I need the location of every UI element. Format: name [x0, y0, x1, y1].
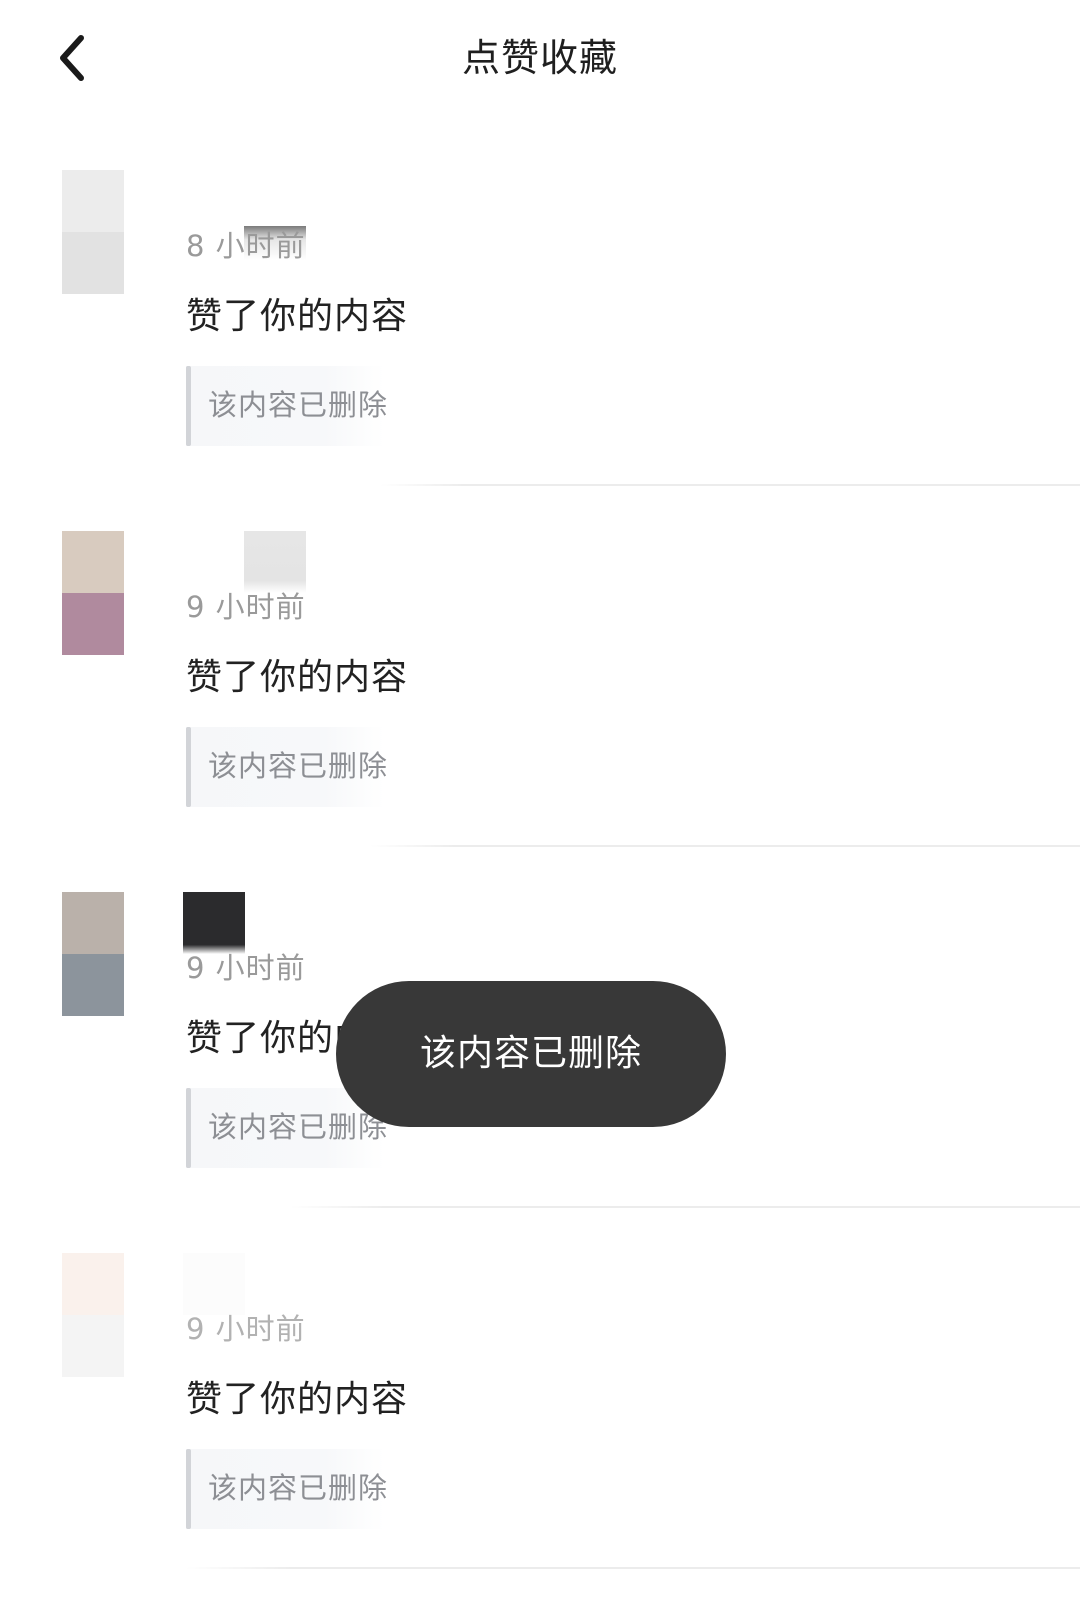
avatar-top [62, 892, 124, 954]
deleted-content-quote[interactable]: 该内容已删除 [186, 366, 387, 446]
username-blurred[interactable] [183, 1253, 245, 1315]
page-title: 点赞收藏 [461, 36, 618, 80]
quote-text: 该内容已删除 [208, 1471, 389, 1505]
avatar-bottom [62, 593, 124, 655]
timestamp: 8 小时前 [186, 229, 306, 263]
action-text: 赞了你的内容 [186, 296, 409, 337]
avatar-bottom [62, 232, 124, 294]
timestamp: 9 小时前 [186, 590, 306, 624]
avatar[interactable] [62, 892, 124, 1016]
toast-message: 该内容已删除 [336, 981, 726, 1127]
avatar-bottom [62, 954, 124, 1016]
username-blurred[interactable] [244, 531, 306, 593]
avatar[interactable] [62, 531, 124, 655]
list-item[interactable]: 9 小时前 赞了你的内容 该内容已删除 [0, 1213, 1080, 1581]
header-bar: 点赞收藏 [0, 0, 1080, 120]
list-item[interactable]: 9 小时前 赞了你的内容 该内容已删除 [0, 491, 1080, 859]
divider [290, 1206, 1080, 1208]
divider [380, 484, 1080, 486]
username-blurred[interactable] [183, 892, 245, 954]
quote-text: 该内容已删除 [208, 1110, 389, 1144]
divider [186, 1567, 1080, 1569]
quote-bar [186, 1449, 191, 1529]
action-text: 赞了你的内容 [186, 1379, 409, 1420]
quote-bar [186, 1088, 191, 1168]
quote-bar [186, 727, 191, 807]
avatar-top [62, 170, 124, 232]
avatar-top [62, 1253, 124, 1315]
avatar-bottom [62, 1315, 124, 1377]
avatar-top [62, 531, 124, 593]
deleted-content-quote[interactable]: 该内容已删除 [186, 1449, 387, 1529]
timestamp: 9 小时前 [186, 951, 306, 985]
avatar[interactable] [62, 170, 124, 294]
quote-text: 该内容已删除 [208, 749, 389, 783]
action-text: 赞了你的内容 [186, 657, 409, 698]
divider [370, 845, 1080, 847]
notification-list: 8 小时前 赞了你的内容 该内容已删除 9 小时前 赞了你的内容 该内容已删除 … [0, 130, 1080, 1581]
deleted-content-quote[interactable]: 该内容已删除 [186, 727, 387, 807]
list-item[interactable]: 8 小时前 赞了你的内容 该内容已删除 [0, 130, 1080, 498]
quote-bar [186, 366, 191, 446]
timestamp: 9 小时前 [186, 1312, 306, 1346]
avatar[interactable] [62, 1253, 124, 1377]
quote-text: 该内容已删除 [208, 388, 389, 422]
